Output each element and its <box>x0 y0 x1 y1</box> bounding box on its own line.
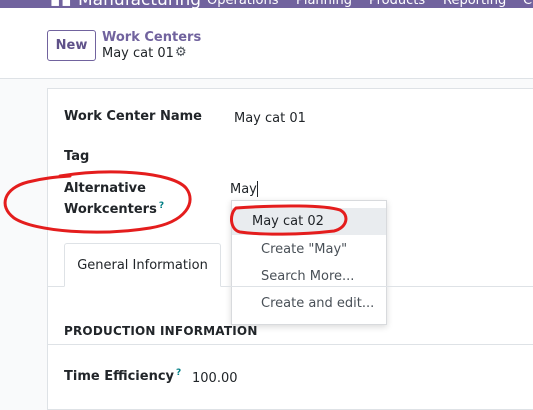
time-efficiency-label-text: Time Efficiency <box>64 369 175 384</box>
tab-general-information[interactable]: General Information <box>64 243 221 287</box>
menu-operations[interactable]: Operations <box>207 0 278 8</box>
autocomplete-dropdown: May cat 02 Create "May" Search More... C… <box>231 200 387 325</box>
app-name[interactable]: Manufacturing <box>78 0 201 8</box>
menu-planning[interactable]: Planning <box>296 0 352 8</box>
control-panel: New Work Centers May cat 01 ⚙ <box>0 8 533 79</box>
time-efficiency-label: Time Efficiency? <box>64 368 181 384</box>
tag-label: Tag <box>64 149 90 164</box>
help-tooltip-icon[interactable]: ? <box>159 201 164 211</box>
menu-products[interactable]: Products <box>369 0 425 8</box>
alternative-workcenters-label: Workcenters? <box>64 201 164 217</box>
alternative-workcenters-label-line2: Workcenters <box>64 202 157 217</box>
breadcrumb-current-record: May cat 01 <box>102 46 174 61</box>
alternative-workcenters-input[interactable]: May <box>230 182 257 197</box>
work-center-name-field[interactable]: May cat 01 <box>234 111 306 126</box>
top-navbar: ▪▪ Manufacturing Operations Planning Pro… <box>0 0 533 8</box>
work-center-name-label: Work Center Name <box>64 109 202 124</box>
dropdown-create-option[interactable]: Create "May" <box>232 236 386 263</box>
gear-icon[interactable]: ⚙ <box>175 45 187 60</box>
section-divider <box>48 344 533 345</box>
menu-reporting[interactable]: Reporting <box>443 0 506 8</box>
section-title-production-information: PRODUCTION INFORMATION <box>64 324 258 338</box>
dropdown-create-and-edit[interactable]: Create and edit... <box>232 290 386 317</box>
apps-grid-icon[interactable]: ▪▪ <box>50 0 72 8</box>
time-efficiency-field[interactable]: 100.00 <box>192 371 238 386</box>
menu-more[interactable]: C <box>523 0 532 8</box>
dropdown-option-may-cat-02[interactable]: May cat 02 <box>232 208 386 235</box>
text-cursor <box>257 181 258 197</box>
new-button[interactable]: New <box>47 30 96 61</box>
breadcrumb-work-centers[interactable]: Work Centers <box>102 30 201 45</box>
help-tooltip-icon[interactable]: ? <box>176 368 181 378</box>
alternative-workcenters-label-line1: Alternative <box>64 181 146 196</box>
